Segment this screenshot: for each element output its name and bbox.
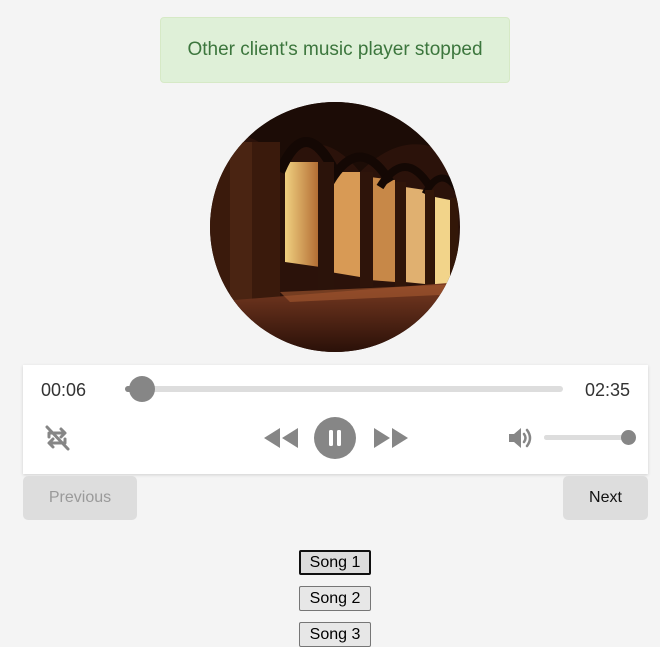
pause-icon [329, 430, 341, 446]
fast-forward-icon [374, 428, 408, 448]
volume-slider[interactable] [544, 430, 636, 445]
notification-alert: Other client's music player stopped [160, 17, 510, 83]
notification-message: Other client's music player stopped [187, 39, 483, 60]
album-cover [210, 102, 460, 352]
fast-forward-button[interactable] [373, 425, 409, 451]
song-label: Song 3 [309, 625, 361, 643]
album-art-image [210, 102, 460, 352]
rewind-icon [264, 428, 298, 448]
song-label: Song 2 [309, 589, 361, 607]
next-button-label: Next [589, 489, 622, 506]
volume-fill [544, 435, 628, 440]
repeat-off-icon [45, 425, 70, 451]
song-label: Song 1 [309, 553, 361, 571]
progress-handle[interactable] [129, 376, 156, 402]
previous-button-label: Previous [48, 489, 112, 506]
volume-icon [509, 428, 532, 448]
song-button[interactable]: Song 1 [299, 550, 371, 575]
audio-player: 00:06 02:35 [23, 365, 648, 474]
volume-button[interactable] [506, 424, 534, 452]
next-button[interactable]: Next [563, 476, 648, 520]
volume-handle[interactable] [621, 430, 636, 445]
song-button[interactable]: Song 2 [299, 586, 371, 611]
current-time: 00:06 [41, 380, 87, 400]
previous-button[interactable]: Previous [23, 476, 137, 520]
total-time: 02:35 [584, 380, 630, 400]
repeat-button[interactable] [41, 422, 73, 454]
progress-bar[interactable] [125, 376, 563, 402]
song-button[interactable]: Song 3 [299, 622, 371, 647]
rewind-button[interactable] [263, 425, 299, 451]
pause-button[interactable] [314, 417, 356, 459]
